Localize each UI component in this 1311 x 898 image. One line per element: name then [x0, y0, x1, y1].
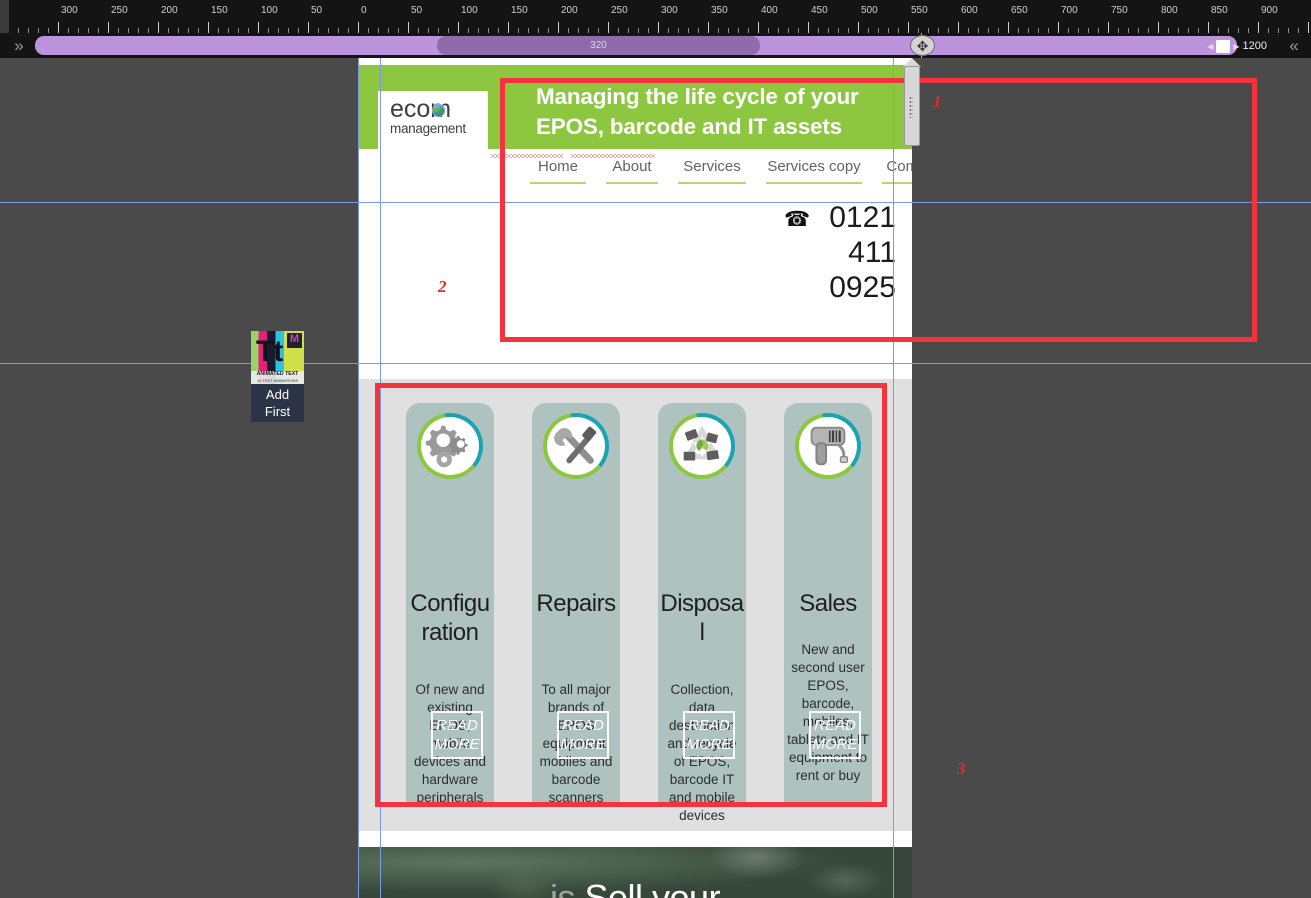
chevrons-left-icon[interactable]: « — [1283, 35, 1305, 56]
service-card-disposal[interactable]: Disposal Collection, data destruction an… — [658, 403, 746, 823]
marketplace-badge-icon: M — [287, 333, 302, 348]
breakpoint-active-label: 320 — [590, 40, 607, 51]
vertical-guide[interactable] — [893, 58, 894, 898]
hero-headline: Managing the life cycle of your EPOS, ba… — [536, 84, 859, 139]
card-title: Configuration — [410, 590, 490, 646]
annotation-number-1: 1 — [933, 92, 942, 111]
nav-item-compliance[interactable]: Compliance — [882, 158, 912, 184]
website-preview[interactable]: Managing the life cycle of your EPOS, ba… — [358, 58, 912, 898]
add-first-button[interactable]: Add First — [251, 384, 304, 422]
annotation-number-2: 2 — [438, 277, 447, 296]
nav-item-label: About — [612, 158, 652, 175]
vertical-guide[interactable] — [358, 58, 359, 898]
recycle-icon — [669, 413, 735, 479]
photo-headline-row: is Sell your — [358, 877, 912, 898]
sell-your-photo-section: is Sell your — [358, 847, 912, 898]
breakpoint-resize-handle[interactable]: ✥ — [910, 35, 935, 56]
horizontal-guide[interactable] — [0, 363, 1311, 364]
wrench-screwdriver-icon — [543, 413, 609, 479]
horizontal-ruler[interactable]: 300 250 200 150 100 50 0 50 100 150 200 250 300 350 40… — [0, 0, 1311, 33]
design-editor-canvas: 300 250 200 150 100 50 0 50 100 150 200 250 300 350 40… — [0, 0, 1311, 898]
phone-number[interactable]: ☎ 0121 411 0925 — [762, 200, 896, 305]
grip-dots-icon — [909, 96, 913, 118]
card-title: Disposal — [660, 590, 744, 646]
nav-item-services[interactable]: Services — [678, 158, 746, 184]
breakpoint-bar[interactable]: » 320 ◀ ▶ 1200 « — [0, 33, 1311, 58]
nav-underline — [606, 182, 658, 184]
nav-item-about[interactable]: About — [606, 158, 658, 184]
plugin-caption: ANIMATED TEXT 14 TEXT ANIMATIONS — [251, 371, 304, 384]
nav-item-label: Services — [683, 158, 741, 175]
nav-item-label: Home — [537, 158, 578, 175]
phone-line-3: 0925 — [829, 271, 896, 304]
nav-underline — [678, 182, 746, 184]
plugin-thumbnail[interactable]: Tt M ANIMATED TEXT 14 TEXT ANIMATIONS — [251, 331, 304, 384]
gears-icon — [417, 413, 483, 479]
vertical-guide[interactable] — [380, 58, 381, 898]
globe-icon — [432, 104, 445, 117]
nav-list[interactable]: Home About Services Services copy Compliance… — [530, 158, 912, 184]
canvas-width-value: 1200 — [1242, 40, 1267, 52]
plugin-thumb-letters: Tt — [256, 335, 283, 368]
add-first-line-2: First — [264, 404, 291, 419]
nav-underline — [530, 182, 586, 184]
animated-text-plugin-widget[interactable]: Tt M ANIMATED TEXT 14 TEXT ANIMATIONS Ad… — [251, 331, 304, 422]
services-cards-band: Configuration Of new and existing EPOS, … — [358, 379, 912, 831]
logo-tagline: management — [390, 121, 466, 136]
photo-headline: Sell your — [584, 877, 721, 898]
spellcheck-squiggle — [571, 154, 655, 158]
phone-line-1: 0121 — [829, 201, 896, 234]
read-more-button[interactable]: READ MORE — [809, 711, 861, 759]
phone-handset-icon: ☎ — [784, 208, 811, 231]
nav-item-label: Services copy — [767, 158, 861, 175]
chevrons-right-icon[interactable]: » — [8, 35, 30, 56]
nav-item-label: Compliance — [886, 158, 912, 175]
nav-underline — [766, 182, 862, 184]
vertical-resize-handle[interactable] — [903, 58, 921, 146]
site-logo[interactable]: ecom management — [378, 91, 488, 151]
canvas-width-stepper[interactable]: ◀ ▶ 1200 — [1207, 39, 1267, 53]
width-swatch — [1216, 39, 1231, 53]
ruler-corner — [0, 0, 9, 33]
spellcheck-squiggle — [491, 154, 563, 158]
card-title: Sales — [799, 590, 857, 617]
service-card-repairs[interactable]: Repairs To all major brands of EPOS equi… — [532, 403, 620, 805]
barcode-scanner-icon — [795, 413, 861, 479]
nav-underline — [882, 182, 912, 184]
caret-right-icon[interactable]: ▶ — [1233, 42, 1239, 51]
read-more-button[interactable]: READ MORE — [557, 711, 609, 759]
photo-headline-faint: is — [549, 877, 576, 898]
caret-left-icon[interactable]: ◀ — [1207, 42, 1213, 51]
plugin-caption-title: ANIMATED TEXT — [256, 371, 299, 377]
plugin-caption-sub: 14 TEXT ANIMATIONS — [256, 378, 299, 383]
read-more-button[interactable]: READ MORE — [431, 711, 483, 759]
annotation-number-3: 3 — [957, 759, 966, 778]
nav-item-services-copy[interactable]: Services copy — [766, 158, 862, 184]
service-card-sales[interactable]: Sales New and second user EPOS, barcode,… — [784, 403, 872, 803]
card-title: Repairs — [536, 590, 616, 617]
horizontal-guide[interactable] — [0, 202, 1311, 203]
add-first-line-1: Add — [265, 387, 290, 402]
site-nav-bar[interactable]: Home About Services Services copy Compliance… — [358, 149, 912, 197]
breakpoint-active-range[interactable]: 320 — [437, 36, 760, 55]
phone-line-2: 411 — [848, 236, 896, 269]
service-card-configuration[interactable]: Configuration Of new and existing EPOS, … — [406, 403, 494, 805]
nav-item-home[interactable]: Home — [530, 158, 586, 184]
read-more-button[interactable]: READ MORE — [683, 711, 735, 759]
